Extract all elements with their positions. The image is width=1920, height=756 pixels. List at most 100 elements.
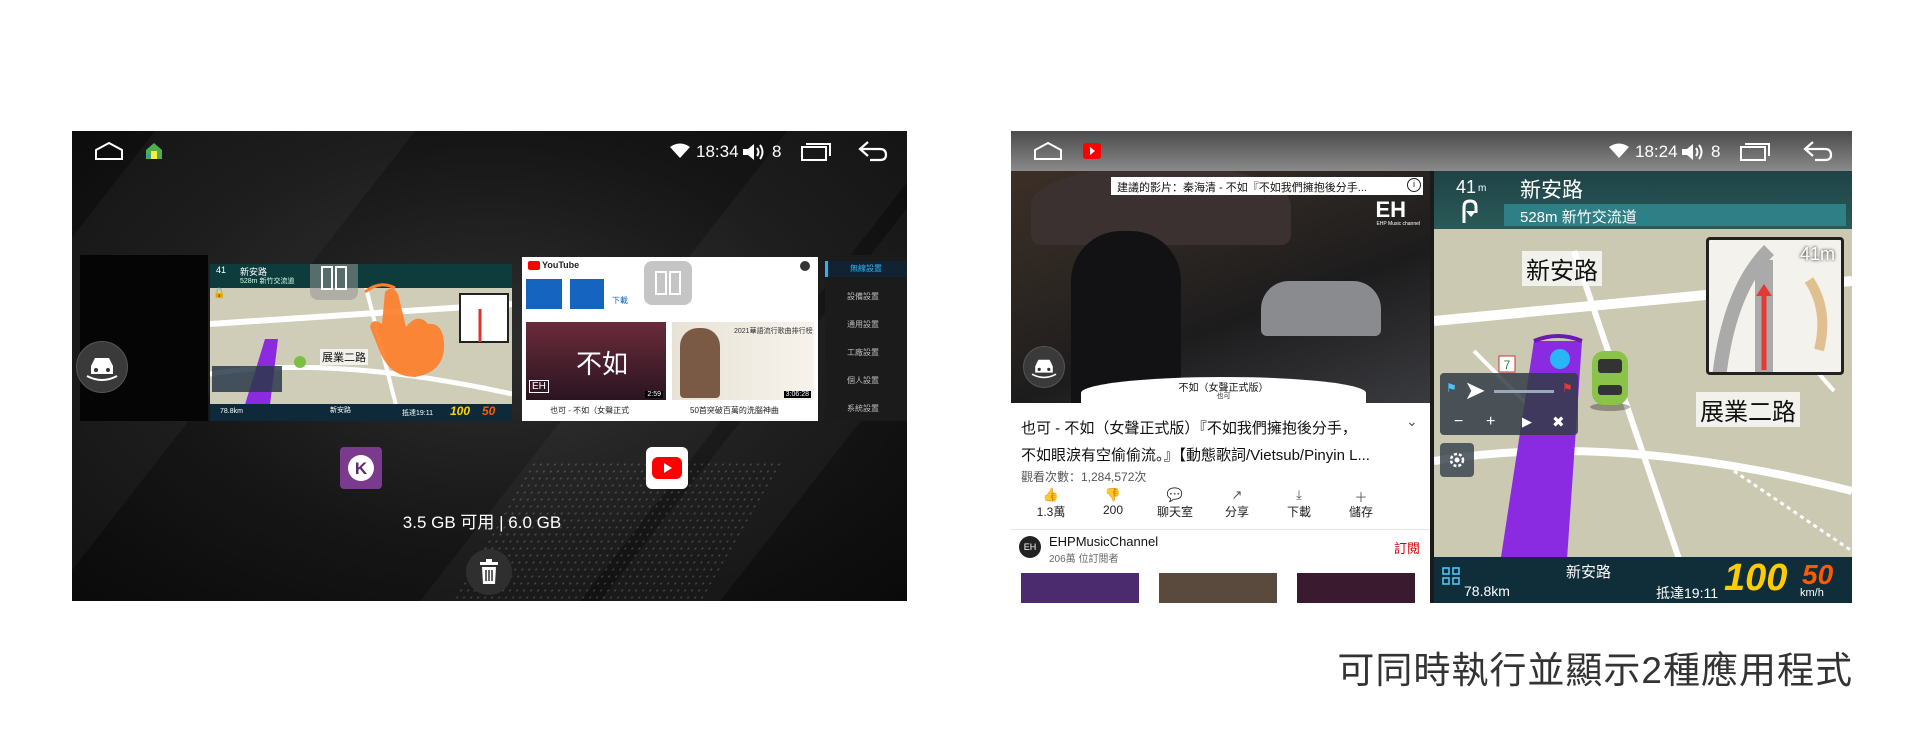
mini-nav-speed: 100: [450, 404, 471, 418]
zoom-in-icon[interactable]: +: [1486, 413, 1495, 431]
mini-nav-next: 528m 新竹交流道: [240, 278, 295, 285]
settings-item-0[interactable]: 無線設置: [825, 261, 907, 277]
trash-icon: [480, 559, 498, 584]
map-settings-button[interactable]: [1440, 443, 1474, 477]
recent-card-navigation[interactable]: 41 新安路 528m 新竹交流道 展業二路 78.8km 新安路 抵達19:1…: [210, 264, 512, 421]
wifi-icon: [670, 143, 690, 164]
clock: 18:34: [696, 142, 739, 161]
current-speed: 100: [1724, 557, 1788, 599]
settings-item-4[interactable]: 個人設置: [825, 373, 907, 389]
mini-nav-km: 78.8km: [220, 408, 243, 415]
info-icon[interactable]: i: [1407, 178, 1421, 192]
person-silhouette: [1071, 231, 1181, 403]
share-button[interactable]: ↗ 分享: [1212, 487, 1262, 520]
back-icon[interactable]: [1803, 140, 1833, 167]
wifi-icon: [1609, 143, 1629, 164]
mini-yt-video-2-text: 2021華語流行歌曲排行榜: [734, 328, 813, 335]
mini-yt-video-1-time: 2:59: [645, 391, 663, 398]
car-mode-button[interactable]: [76, 341, 128, 393]
play-icon[interactable]: ▶: [1522, 414, 1532, 430]
split-screen-button[interactable]: [310, 264, 358, 300]
dislike-button[interactable]: 👎 200: [1088, 487, 1138, 517]
back-icon[interactable]: [858, 140, 888, 167]
channel-row[interactable]: EH EHPMusicChannel 206萬 位訂閱者 訂閱: [1011, 529, 1430, 565]
close-icon[interactable]: ✖: [1552, 413, 1565, 431]
launcher-app-icon[interactable]: [144, 141, 164, 166]
zoom-out-icon[interactable]: −: [1454, 413, 1463, 431]
mini-yt-video-2[interactable]: 2021華語流行歌曲排行榜 3:06:28: [672, 322, 814, 400]
expand-chevron-icon[interactable]: ⌄: [1406, 413, 1418, 430]
view-count: 觀看次數：1,284,572次: [1021, 470, 1147, 484]
channel-watermark-sub: EHP Music channel: [1376, 221, 1420, 227]
uturn-icon: [1458, 199, 1478, 228]
split-screen-button-2[interactable]: [644, 261, 692, 305]
car-mode-button[interactable]: [1023, 346, 1065, 388]
volume-level: 8: [1711, 142, 1721, 161]
volume-level: 8: [772, 142, 782, 161]
video-player[interactable]: 建議的影片：秦海清 - 不如『不如我們擁抱後分手... i EH EHP Mus…: [1011, 171, 1430, 403]
channel-name[interactable]: EHPMusicChannel: [1049, 534, 1158, 549]
recents-screen: 18:34 8 41 新安路 528m 新竹交流道 展業二路 78.8km 新安…: [72, 131, 907, 601]
menu-grid-icon[interactable]: [1442, 567, 1460, 590]
mini-avatar-icon: [800, 261, 810, 271]
play-arrow-icon: ➤: [1464, 375, 1486, 405]
recents-icon[interactable]: [800, 143, 832, 166]
memory-status: 3.5 GB 可用 | 6.0 GB: [402, 513, 562, 532]
map-label-street: 新安路: [1522, 251, 1602, 286]
progress-track: [1494, 390, 1554, 393]
thumbs-up-icon: 👍: [1042, 487, 1060, 502]
volume-icon[interactable]: [1681, 143, 1705, 166]
recent-card-youtube[interactable]: YouTube 下載 不如 EH 2:59 2021華語流行歌曲排行榜 3:06…: [522, 257, 818, 421]
related-thumb-2[interactable]: [1159, 573, 1277, 603]
checkered-flag-icon: [1550, 349, 1570, 369]
subscriber-count: 206萬 位訂閱者: [1049, 554, 1119, 565]
turn-distance-unit: m: [1478, 183, 1487, 194]
settings-item-1[interactable]: 設備設置: [825, 289, 907, 305]
youtube-status-icon[interactable]: [1083, 143, 1101, 164]
nav-bottom-bar: 78.8km 新安路 抵達19:11 100 50 km/h: [1434, 557, 1852, 603]
mini-yt-video-2-time: 3:06:28: [783, 391, 811, 398]
current-street: 新安路: [1520, 179, 1583, 202]
recents-icon[interactable]: [1739, 143, 1771, 166]
turn-distance: 41: [1456, 177, 1477, 197]
related-thumb-3[interactable]: [1297, 573, 1415, 603]
volume-icon[interactable]: [742, 143, 766, 166]
related-thumb-1[interactable]: [1021, 573, 1139, 603]
bottom-street: 新安路: [1566, 564, 1612, 581]
settings-item-5[interactable]: 系統設置: [825, 401, 907, 417]
mini-yt-tile-2[interactable]: [570, 279, 604, 309]
chat-button[interactable]: 💬 聊天室: [1150, 487, 1200, 520]
settings-item-3[interactable]: 工廠設置: [825, 345, 907, 361]
clear-all-button[interactable]: [466, 549, 512, 595]
recent-card-empty[interactable]: [80, 255, 208, 421]
svg-text:K: K: [355, 459, 368, 478]
download-button[interactable]: ⤓ 下載: [1274, 487, 1324, 520]
start-flag-icon: ⚑: [1446, 381, 1457, 395]
save-icon: ＋: [1354, 490, 1368, 505]
video-title-line-1: 也可 - 不如（女聲正式版）『不如我們擁抱後分手，: [1021, 420, 1357, 437]
home-icon[interactable]: [1033, 141, 1063, 166]
recent-card-settings[interactable]: 無線設置 設備設置 通用設置 工廠設置 個人設置 系統設置: [825, 255, 907, 421]
caption: 可同時執行並顯示2種應用程式: [1337, 650, 1853, 691]
navigation-map[interactable]: 7 41 m 新安路 528m 新竹交流道 新安路 展業二路 41m ⚑ ➤ ⚑…: [1434, 171, 1852, 603]
mini-yt-video-1[interactable]: 不如 EH 2:59: [526, 322, 666, 400]
youtube-app-icon[interactable]: [646, 447, 688, 489]
save-button[interactable]: ＋儲存: [1336, 487, 1386, 520]
clock: 18:24: [1635, 142, 1678, 161]
share-icon: ↗: [1231, 487, 1243, 502]
thumbs-down-icon: 👎: [1104, 487, 1122, 502]
split-screen: 18:24 8 建議的影片：秦海清 - 不如『不如我們擁抱後分手... i EH…: [1011, 131, 1852, 603]
mini-yt-tile-1[interactable]: [526, 279, 562, 309]
subscribe-button[interactable]: 訂閱: [1394, 538, 1420, 557]
route-preview-control[interactable]: ⚑ ➤ ⚑ − + ▶ ✖: [1440, 373, 1578, 435]
mini-nav-bottom-street: 新安路: [330, 407, 351, 414]
karaoke-app-icon[interactable]: K: [340, 447, 382, 489]
nav-top-banner: 41 m 新安路 528m 新竹交流道: [1434, 171, 1852, 229]
like-button[interactable]: 👍 1.3萬: [1026, 487, 1076, 520]
mini-nav-limit: 50: [482, 404, 496, 418]
svg-text:7: 7: [1504, 358, 1511, 372]
channel-avatar[interactable]: EH: [1019, 536, 1041, 558]
home-icon[interactable]: [94, 141, 124, 166]
settings-item-2[interactable]: 通用設置: [825, 317, 907, 333]
suggestion-bar[interactable]: 建議的影片：秦海清 - 不如『不如我們擁抱後分手... i: [1111, 177, 1423, 195]
